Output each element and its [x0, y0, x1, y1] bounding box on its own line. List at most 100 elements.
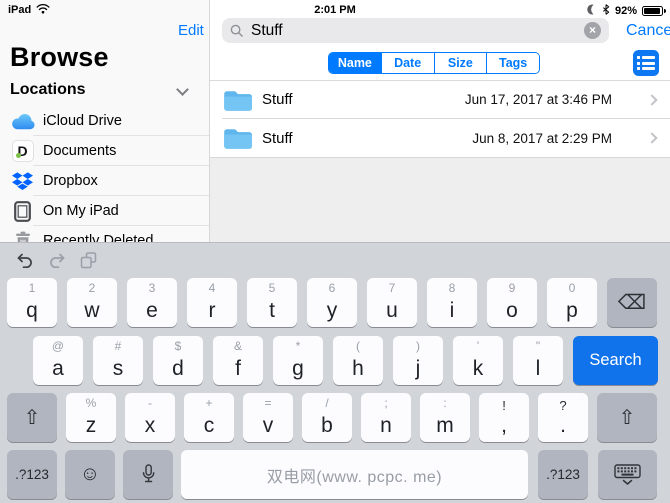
file-row[interactable]: Stuff Jun 17, 2017 at 3:46 PM: [210, 81, 670, 118]
sidebar-divider: [209, 0, 210, 242]
microphone-icon: [123, 450, 173, 499]
key-x[interactable]: -x: [125, 393, 175, 442]
emoji-key[interactable]: ☺: [65, 450, 115, 499]
key-v[interactable]: =v: [243, 393, 293, 442]
sidebar-item-documents[interactable]: D Documents: [0, 136, 209, 166]
clear-search-button[interactable]: ×: [584, 22, 601, 39]
sidebar-item-on-my-ipad[interactable]: On My iPad: [0, 196, 209, 226]
documents-icon: D: [9, 140, 36, 162]
backspace-icon: ⌫: [607, 278, 657, 327]
keyboard-row-4: .?123 ☺ 双电网(www. pcpc. me) .?123: [7, 450, 657, 499]
key-i[interactable]: 8i: [427, 278, 477, 327]
key-l[interactable]: "l: [513, 336, 563, 385]
sidebar-item-label: Dropbox: [43, 173, 98, 189]
key-a[interactable]: @a: [33, 336, 83, 385]
space-key[interactable]: 双电网(www. pcpc. me): [181, 450, 528, 499]
keyboard-row-1: 1q 2w 3e 4r 5t 6y 7u 8i 9o 0p ⌫: [7, 278, 657, 327]
sort-tab-name[interactable]: Name: [329, 53, 381, 73]
shift-key-right[interactable]: ⇧: [597, 393, 657, 442]
bluetooth-icon: [602, 3, 610, 19]
emoji-icon: ☺: [65, 450, 115, 499]
keyboard-dismiss-icon: [598, 450, 657, 499]
key-w[interactable]: 2w: [67, 278, 117, 327]
search-input[interactable]: Stuff ×: [222, 18, 609, 43]
symbols-key-right[interactable]: .?123: [538, 450, 588, 499]
battery-percent: 92%: [615, 5, 637, 17]
sidebar-item-label: On My iPad: [43, 203, 119, 219]
key-y[interactable]: 6y: [307, 278, 357, 327]
shift-icon: ⇧: [597, 393, 657, 442]
browse-sidebar: Edit Browse Locations iCloud Drive D: [0, 0, 209, 242]
ipad-icon: [9, 201, 36, 222]
key-m[interactable]: :m: [420, 393, 470, 442]
sort-tab-size[interactable]: Size: [434, 53, 487, 73]
sidebar-item-label: iCloud Drive: [43, 113, 122, 129]
file-name: Stuff: [262, 91, 465, 108]
edit-button[interactable]: Edit: [178, 22, 204, 39]
key-s[interactable]: #s: [93, 336, 143, 385]
key-b[interactable]: /b: [302, 393, 352, 442]
keyboard-shortcut-bar: [16, 252, 97, 269]
status-bar: iPad 2:01 PM 92%: [0, 0, 670, 20]
symbols-key-left[interactable]: .?123: [7, 450, 57, 499]
key-r[interactable]: 4r: [187, 278, 237, 327]
file-date: Jun 17, 2017 at 3:46 PM: [465, 92, 612, 107]
key-n[interactable]: ;n: [361, 393, 411, 442]
locations-list: iCloud Drive D Documents Dropbox: [0, 106, 209, 256]
results-background: [210, 157, 670, 242]
shift-key-left[interactable]: ⇧: [7, 393, 57, 442]
status-time: 2:01 PM: [0, 4, 670, 16]
key-k[interactable]: 'k: [453, 336, 503, 385]
sidebar-item-icloud-drive[interactable]: iCloud Drive: [0, 106, 209, 136]
key-period[interactable]: ?.: [538, 393, 588, 442]
backspace-key[interactable]: ⌫: [607, 278, 657, 327]
chevron-right-icon: [646, 94, 657, 105]
battery-icon: [642, 6, 663, 16]
file-row[interactable]: Stuff Jun 8, 2017 at 2:29 PM: [210, 119, 670, 157]
key-q[interactable]: 1q: [7, 278, 57, 327]
chevron-right-icon: [646, 132, 657, 143]
undo-icon[interactable]: [16, 252, 34, 269]
key-c[interactable]: +c: [184, 393, 234, 442]
key-comma[interactable]: !,: [479, 393, 529, 442]
keyboard-row-2: @a #s $d &f *g (h )j 'k "l Search: [33, 336, 658, 385]
sort-segmented-control: Name Date Size Tags: [328, 52, 540, 74]
browse-title: Browse: [10, 42, 109, 73]
dismiss-keyboard-key[interactable]: [598, 450, 657, 499]
dropbox-icon: [9, 172, 36, 191]
search-icon: [230, 24, 244, 38]
sort-tab-date[interactable]: Date: [381, 53, 434, 73]
redo-icon[interactable]: [48, 252, 66, 269]
folder-icon: [223, 126, 253, 150]
sort-tab-tags[interactable]: Tags: [486, 53, 539, 73]
key-h[interactable]: (h: [333, 336, 383, 385]
search-query: Stuff: [251, 22, 584, 40]
folder-icon: [223, 88, 253, 112]
files-app-screen: iPad 2:01 PM 92% Edit Browse: [0, 0, 670, 503]
search-results-panel: Stuff × Cancel Name Date Size Tags Stuff: [210, 0, 670, 242]
do-not-disturb-moon-icon: [585, 3, 597, 19]
search-return-key[interactable]: Search: [573, 336, 658, 385]
file-name: Stuff: [262, 130, 472, 147]
key-o[interactable]: 9o: [487, 278, 537, 327]
dictation-key[interactable]: [123, 450, 173, 499]
key-t[interactable]: 5t: [247, 278, 297, 327]
paste-icon[interactable]: [80, 252, 97, 269]
onscreen-keyboard: 1q 2w 3e 4r 5t 6y 7u 8i 9o 0p ⌫ @a #s $d…: [0, 242, 670, 503]
watermark-text: 双电网(www. pcpc. me): [181, 450, 528, 499]
key-j[interactable]: )j: [393, 336, 443, 385]
key-z[interactable]: %z: [66, 393, 116, 442]
keyboard-row-3: ⇧ %z -x +c =v /b ;n :m !, ?. ⇧: [7, 393, 657, 442]
sidebar-item-dropbox[interactable]: Dropbox: [0, 166, 209, 196]
key-g[interactable]: *g: [273, 336, 323, 385]
file-date: Jun 8, 2017 at 2:29 PM: [472, 131, 612, 146]
key-p[interactable]: 0p: [547, 278, 597, 327]
sidebar-item-label: Documents: [43, 143, 116, 159]
key-e[interactable]: 3e: [127, 278, 177, 327]
key-f[interactable]: &f: [213, 336, 263, 385]
list-view-button[interactable]: [633, 50, 659, 76]
locations-section-header[interactable]: Locations: [10, 81, 200, 99]
key-d[interactable]: $d: [153, 336, 203, 385]
cancel-button[interactable]: Cancel: [626, 22, 670, 40]
key-u[interactable]: 7u: [367, 278, 417, 327]
